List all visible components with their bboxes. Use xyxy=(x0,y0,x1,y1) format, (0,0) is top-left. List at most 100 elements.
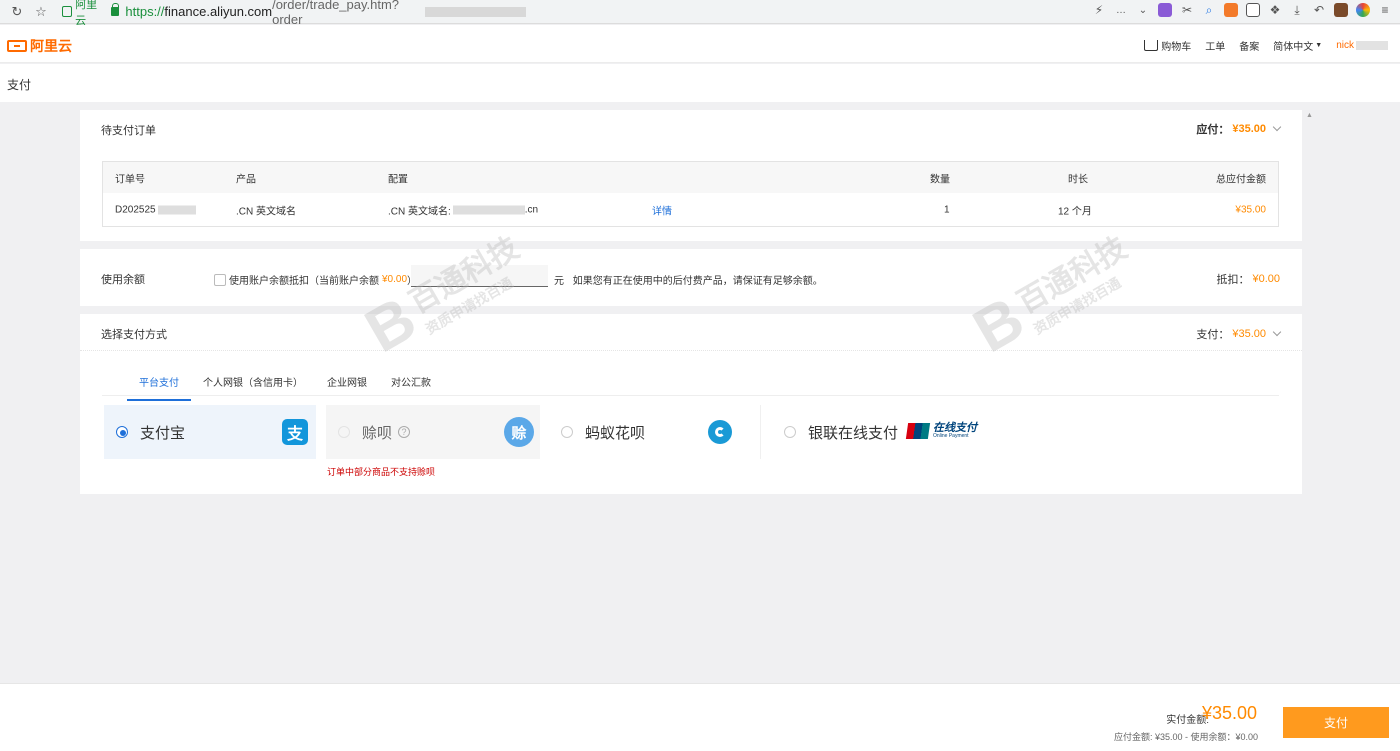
order-no: D202525 xyxy=(115,204,156,215)
duration-cell: 12 个月 xyxy=(1058,206,1092,217)
payment-tabs: 平台支付 个人网银（含信用卡） 企业网银 对公汇款 xyxy=(127,371,443,401)
pending-order-card: 待支付订单 应付： ¥35.00 订单号 产品 配置 数量 时长 总应付金额 D… xyxy=(80,110,1302,241)
url-path: /order/trade_pay.htm?order_ xyxy=(272,0,400,27)
bookmark-star-icon[interactable]: ☆ xyxy=(32,3,50,21)
help-question-icon[interactable]: ? xyxy=(398,426,411,438)
cart-icon xyxy=(1144,40,1159,51)
balance-deduct: 抵扣： ¥0.00 xyxy=(1216,271,1280,287)
order-no-redacted xyxy=(157,205,196,214)
download-icon[interactable]: ⤓ xyxy=(1290,3,1304,17)
logo-text: 阿里云 xyxy=(30,38,72,54)
col-quantity: 数量 xyxy=(930,174,950,185)
col-order-no: 订单号 xyxy=(115,174,145,185)
unionpay-logo-text: 在线支付 Online Payment xyxy=(933,423,977,439)
deduct-label: 抵扣： xyxy=(1216,274,1250,286)
ticket-link[interactable]: 工单 xyxy=(1205,38,1225,53)
alipay-label: 支付宝 xyxy=(140,424,186,442)
aliyun-logo[interactable]: 阿里云 xyxy=(7,36,72,56)
tab-bank-transfer[interactable]: 对公汇款 xyxy=(379,371,443,401)
detail-link[interactable]: 详情 xyxy=(652,202,672,217)
browser-toolbar: ↻ ☆ 阿里云 https:// finance.aliyun.com /ord… xyxy=(0,0,1400,27)
tab-corporate-bank[interactable]: 企业网银 xyxy=(315,371,379,401)
unionpay-logo-sub: Online Payment xyxy=(933,433,969,439)
record-link[interactable]: 备案 xyxy=(1239,38,1259,53)
unionpay-flag xyxy=(905,423,931,439)
order-table: 订单号 产品 配置 数量 时长 总应付金额 D202525 .CN 英文域名 .… xyxy=(102,161,1279,227)
order-table-header: 订单号 产品 配置 数量 时长 总应付金额 xyxy=(103,162,1278,193)
balance-note-text: 如果您有正在使用中的后付费产品，请保证有足够余额。 xyxy=(572,276,823,287)
col-product: 产品 xyxy=(236,174,256,185)
card-divider xyxy=(80,350,1302,351)
tab-platform-pay[interactable]: 平台支付 xyxy=(127,371,191,401)
huabei-logo-swirl xyxy=(715,427,725,437)
url-redacted xyxy=(425,6,526,17)
alipay-radio[interactable] xyxy=(116,426,128,438)
table-row: D202525 .CN 英文域名 .CN 英文域名: .cn 详情 1 12 个… xyxy=(103,193,1278,226)
header-nav: 购物车 工单 备案 简体中文 ▼ nick xyxy=(1130,38,1388,53)
window-icon[interactable] xyxy=(1246,3,1260,17)
balance-unit: 元 xyxy=(554,276,564,287)
chevron-down-icon[interactable]: ⌄ xyxy=(1136,3,1150,17)
unionpay-label: 银联在线支付 xyxy=(808,424,899,442)
pay-option-huabei[interactable]: 蚂蚁花呗 xyxy=(549,405,761,459)
scissors-icon[interactable]: ✂ xyxy=(1180,3,1194,17)
checkout-footer: 实付金额: ¥35.00 应付金额: ¥35.00 - 使用余额：¥0.00 支… xyxy=(0,683,1400,751)
address-bar[interactable]: 阿里云 https:// finance.aliyun.com /order/t… xyxy=(56,0,526,27)
undo-icon[interactable]: ↶ xyxy=(1312,3,1326,17)
credit-label: 赊呗 xyxy=(362,424,393,442)
user-name-redacted xyxy=(1356,41,1388,50)
cart-label: 购物车 xyxy=(1161,42,1192,53)
order-no-cell: D202525 xyxy=(115,204,196,215)
credit-logo-icon: 赊 xyxy=(504,417,534,447)
pay-button[interactable]: 支付 xyxy=(1283,707,1389,738)
scroll-up-icon[interactable]: ▲ xyxy=(1306,112,1313,119)
briefcase-icon[interactable] xyxy=(1334,3,1348,17)
pay-option-unionpay[interactable]: 银联在线支付 在线支付 Online Payment xyxy=(772,405,984,459)
lightning-icon[interactable]: ⚡ xyxy=(1092,3,1106,17)
use-balance-label: 使用账户余额抵扣（当前账户余额 xyxy=(229,276,379,287)
chevron-down-icon xyxy=(1272,327,1282,337)
pay-option-alipay[interactable]: 支付宝 支 xyxy=(104,405,316,459)
language-label: 简体中文 xyxy=(1273,42,1314,53)
user-menu[interactable]: nick xyxy=(1336,40,1388,51)
order-due[interactable]: 应付： ¥35.00 xyxy=(1196,121,1282,137)
pay-option-credit[interactable]: 赊呗 ? 赊 xyxy=(326,405,540,459)
pay-label: 支付： xyxy=(1196,329,1230,341)
config-prefix: .CN 英文域名: xyxy=(388,206,451,217)
credit-radio[interactable] xyxy=(338,426,350,438)
search-icon[interactable]: ⌕ xyxy=(1202,3,1216,17)
alipay-logo-icon: 支 xyxy=(282,419,308,445)
menu-icon[interactable]: ≡ xyxy=(1378,3,1392,17)
payment-amount[interactable]: 支付： ¥35.00 xyxy=(1196,326,1282,342)
use-balance-checkbox[interactable]: 使用账户余额抵扣（当前账户余额 ¥0.00 ） xyxy=(214,272,417,287)
url-protocol: https:// xyxy=(125,4,165,19)
huabei-radio[interactable] xyxy=(561,426,573,438)
fox-extension-icon[interactable] xyxy=(1224,3,1238,17)
site-chip-label: 阿里云 xyxy=(75,0,98,27)
balance-amount-input[interactable] xyxy=(411,265,548,287)
reload-icon[interactable]: ↻ xyxy=(8,3,26,21)
col-duration: 时长 xyxy=(1068,174,1088,185)
payment-method-card: 选择支付方式 支付： ¥35.00 平台支付 个人网银（含信用卡） 企业网银 对… xyxy=(80,314,1302,494)
browser-logo-icon[interactable] xyxy=(1356,3,1370,17)
cart-link[interactable]: 购物车 xyxy=(1144,38,1191,53)
pending-order-title: 待支付订单 xyxy=(101,125,156,137)
extension-purple-icon[interactable] xyxy=(1158,3,1172,17)
huabei-logo-icon xyxy=(708,420,732,444)
tab-personal-bank[interactable]: 个人网银（含信用卡） xyxy=(191,371,315,401)
url-host: finance.aliyun.com xyxy=(164,4,273,19)
due-label: 应付： xyxy=(1196,124,1230,136)
language-select[interactable]: 简体中文 ▼ xyxy=(1273,38,1322,53)
page-title-bar: 支付 xyxy=(0,64,1400,102)
site-header: 阿里云 购物车 工单 备案 简体中文 ▼ nick xyxy=(0,25,1400,63)
checkbox-box[interactable] xyxy=(214,273,226,286)
more-icon[interactable]: … xyxy=(1114,3,1128,17)
page-title: 支付 xyxy=(7,78,32,92)
lock-icon xyxy=(111,3,120,16)
config-cell: .CN 英文域名: .cn xyxy=(388,202,538,217)
payment-method-title: 选择支付方式 xyxy=(101,329,167,341)
unionpay-radio[interactable] xyxy=(784,426,796,438)
unionpay-logo-icon: 在线支付 Online Payment xyxy=(905,422,979,440)
credit-warning: 订单中部分商品不支持赊呗 xyxy=(327,467,436,477)
puzzle-icon[interactable]: ❖ xyxy=(1268,3,1282,17)
